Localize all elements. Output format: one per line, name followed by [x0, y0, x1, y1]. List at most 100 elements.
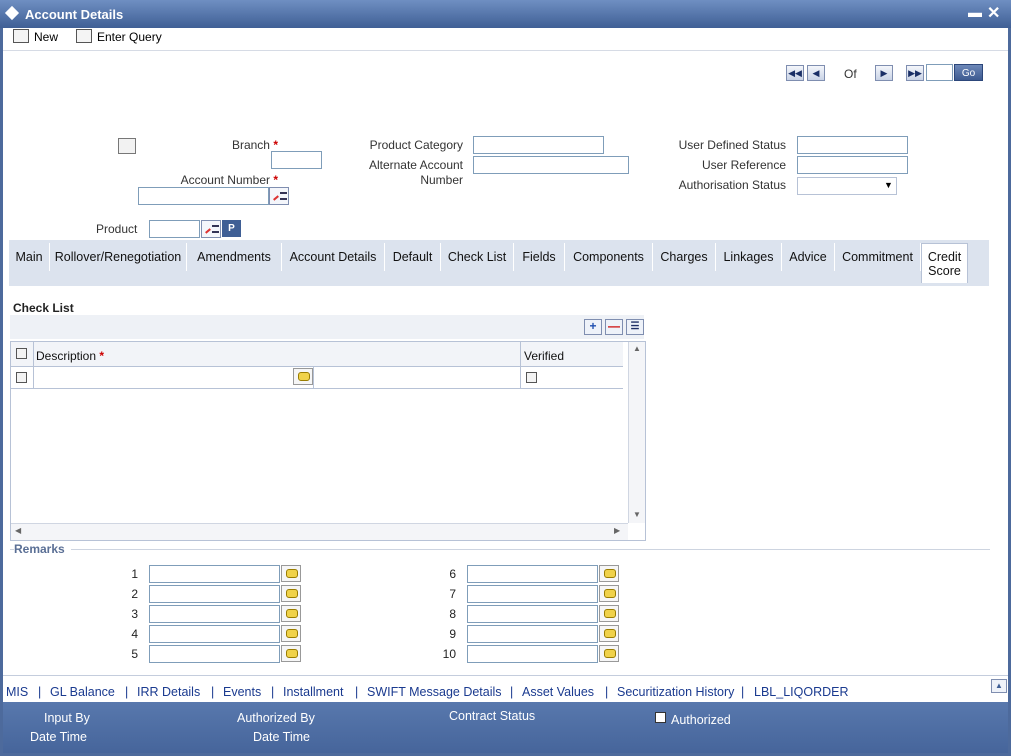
close-icon[interactable]: ✕ — [987, 3, 1000, 23]
remark-input-7[interactable] — [467, 585, 598, 603]
remark-edit-icon-5[interactable] — [281, 645, 301, 662]
remark-edit-icon-8[interactable] — [599, 605, 619, 622]
remark-edit-icon-7[interactable] — [599, 585, 619, 602]
tab-amendments[interactable]: Amendments — [187, 243, 282, 271]
product-input[interactable] — [149, 220, 200, 238]
description-header: Description * — [36, 349, 105, 363]
new-button[interactable]: New — [13, 29, 58, 44]
subsystem-links-bar: MIS | GL Balance | IRR Details | Events … — [3, 675, 1008, 703]
link-separator: | — [605, 685, 609, 699]
description-input[interactable] — [34, 367, 312, 387]
record-number-input[interactable] — [926, 64, 953, 81]
scroll-down-icon[interactable]: ▼ — [633, 510, 641, 519]
delete-row-icon[interactable]: — — [605, 319, 623, 335]
remark-input-2[interactable] — [149, 585, 280, 603]
link-asset-values[interactable]: Asset Values — [522, 685, 594, 699]
collapse-up-icon[interactable]: ▲ — [991, 679, 1007, 693]
remark-edit-icon-4[interactable] — [281, 625, 301, 642]
remark-edit-icon-6[interactable] — [599, 565, 619, 582]
remark-input-6[interactable] — [467, 565, 598, 583]
remark-edit-icon-1[interactable] — [281, 565, 301, 582]
minimize-icon[interactable]: ▬ — [968, 4, 982, 20]
remark-input-4[interactable] — [149, 625, 280, 643]
remark-input-1[interactable] — [149, 565, 280, 583]
tab-linkages[interactable]: Linkages — [716, 243, 782, 271]
authorized-checkbox — [655, 712, 666, 723]
tab-fields[interactable]: Fields — [514, 243, 565, 271]
first-record-button[interactable]: ◀◀ — [786, 65, 804, 81]
link-lbl-liqorder[interactable]: LBL_LIQORDER — [754, 685, 848, 699]
product-lov-button[interactable] — [201, 220, 221, 238]
select-all-checkbox[interactable] — [16, 348, 27, 359]
tab-advice[interactable]: Advice — [782, 243, 835, 271]
link-separator: | — [271, 685, 275, 699]
remark-label-9: 9 — [449, 627, 456, 641]
user-reference-input[interactable] — [797, 156, 908, 174]
remark-edit-icon-3[interactable] — [281, 605, 301, 622]
remark-edit-icon-10[interactable] — [599, 645, 619, 662]
tab-check-list[interactable]: Check List — [441, 243, 514, 271]
product-p-button[interactable]: P — [222, 220, 241, 237]
enter-query-button[interactable]: Enter Query — [76, 29, 162, 44]
link-securitization-history[interactable]: Securitization History — [617, 685, 734, 699]
add-row-icon[interactable]: + — [584, 319, 602, 335]
remark-input-3[interactable] — [149, 605, 280, 623]
alternate-account-input[interactable] — [473, 156, 629, 174]
checklist-title: Check List — [13, 301, 74, 315]
tab-commitment[interactable]: Commitment — [835, 243, 921, 271]
link-irr-details[interactable]: IRR Details — [137, 685, 200, 699]
branch-input[interactable] — [271, 151, 322, 169]
title-bar: Account Details ▬ ✕ — [0, 0, 1011, 28]
remark-input-5[interactable] — [149, 645, 280, 663]
link-installment[interactable]: Installment — [283, 685, 343, 699]
checklist-toolbar — [10, 315, 644, 339]
previous-record-button[interactable]: ◀ — [807, 65, 825, 81]
link-events[interactable]: Events — [223, 685, 261, 699]
account-lov-button[interactable] — [269, 187, 289, 205]
remarks-title: Remarks — [14, 542, 71, 556]
go-button[interactable]: Go — [954, 64, 983, 81]
alternate-account-label: Alternate Account — [368, 158, 463, 172]
verified-checkbox[interactable] — [526, 372, 537, 383]
product-category-input[interactable] — [473, 136, 604, 154]
remark-input-9[interactable] — [467, 625, 598, 643]
date-time-label-2: Date Time — [253, 730, 310, 744]
next-record-button[interactable]: ▶ — [875, 65, 893, 81]
authorized-label: Authorized — [671, 713, 731, 727]
remark-label-8: 8 — [449, 607, 456, 621]
account-number-input[interactable] — [138, 187, 269, 205]
link-mis[interactable]: MIS — [6, 685, 28, 699]
user-defined-status-input[interactable] — [797, 136, 908, 154]
last-record-button[interactable]: ▶▶ — [906, 65, 924, 81]
remark-input-10[interactable] — [467, 645, 598, 663]
product-category-label: Product Category — [369, 138, 463, 152]
remark-edit-icon-2[interactable] — [281, 585, 301, 602]
tab-main[interactable]: Main — [9, 243, 50, 271]
scroll-right-icon[interactable]: ▶ — [614, 526, 620, 535]
scroll-left-icon[interactable]: ◀ — [15, 526, 21, 535]
link-separator: | — [125, 685, 129, 699]
single-view-icon[interactable]: ☰ — [626, 319, 644, 335]
tab-account-details[interactable]: Account Details — [282, 243, 385, 271]
authorisation-status-label: Authorisation Status — [678, 178, 786, 192]
link-swift-message-details[interactable]: SWIFT Message Details — [367, 685, 502, 699]
query-icon — [76, 29, 92, 43]
remark-input-8[interactable] — [467, 605, 598, 623]
description-edit-icon[interactable] — [293, 368, 313, 385]
document-icon[interactable] — [118, 138, 136, 154]
tab-credit-score[interactable]: Credit Score — [921, 243, 968, 283]
scroll-up-icon[interactable]: ▲ — [633, 344, 641, 353]
tab-components[interactable]: Components — [565, 243, 653, 271]
remark-edit-icon-9[interactable] — [599, 625, 619, 642]
link-gl-balance[interactable]: GL Balance — [50, 685, 115, 699]
authorized-by-label: Authorized By — [237, 711, 315, 725]
horizontal-scrollbar[interactable]: ◀ ▶ — [11, 523, 628, 540]
tab-charges[interactable]: Charges — [653, 243, 716, 271]
vertical-scrollbar[interactable]: ▲ ▼ — [628, 342, 645, 523]
tab-rollover[interactable]: Rollover/Renegotiation — [50, 243, 187, 271]
tab-default[interactable]: Default — [385, 243, 441, 271]
authorisation-status-select[interactable]: ▼ — [797, 177, 897, 195]
row-divider — [11, 388, 623, 389]
audit-footer: Input By Date Time Authorized By Date Ti… — [3, 702, 1008, 753]
row-select-checkbox[interactable] — [16, 372, 27, 383]
